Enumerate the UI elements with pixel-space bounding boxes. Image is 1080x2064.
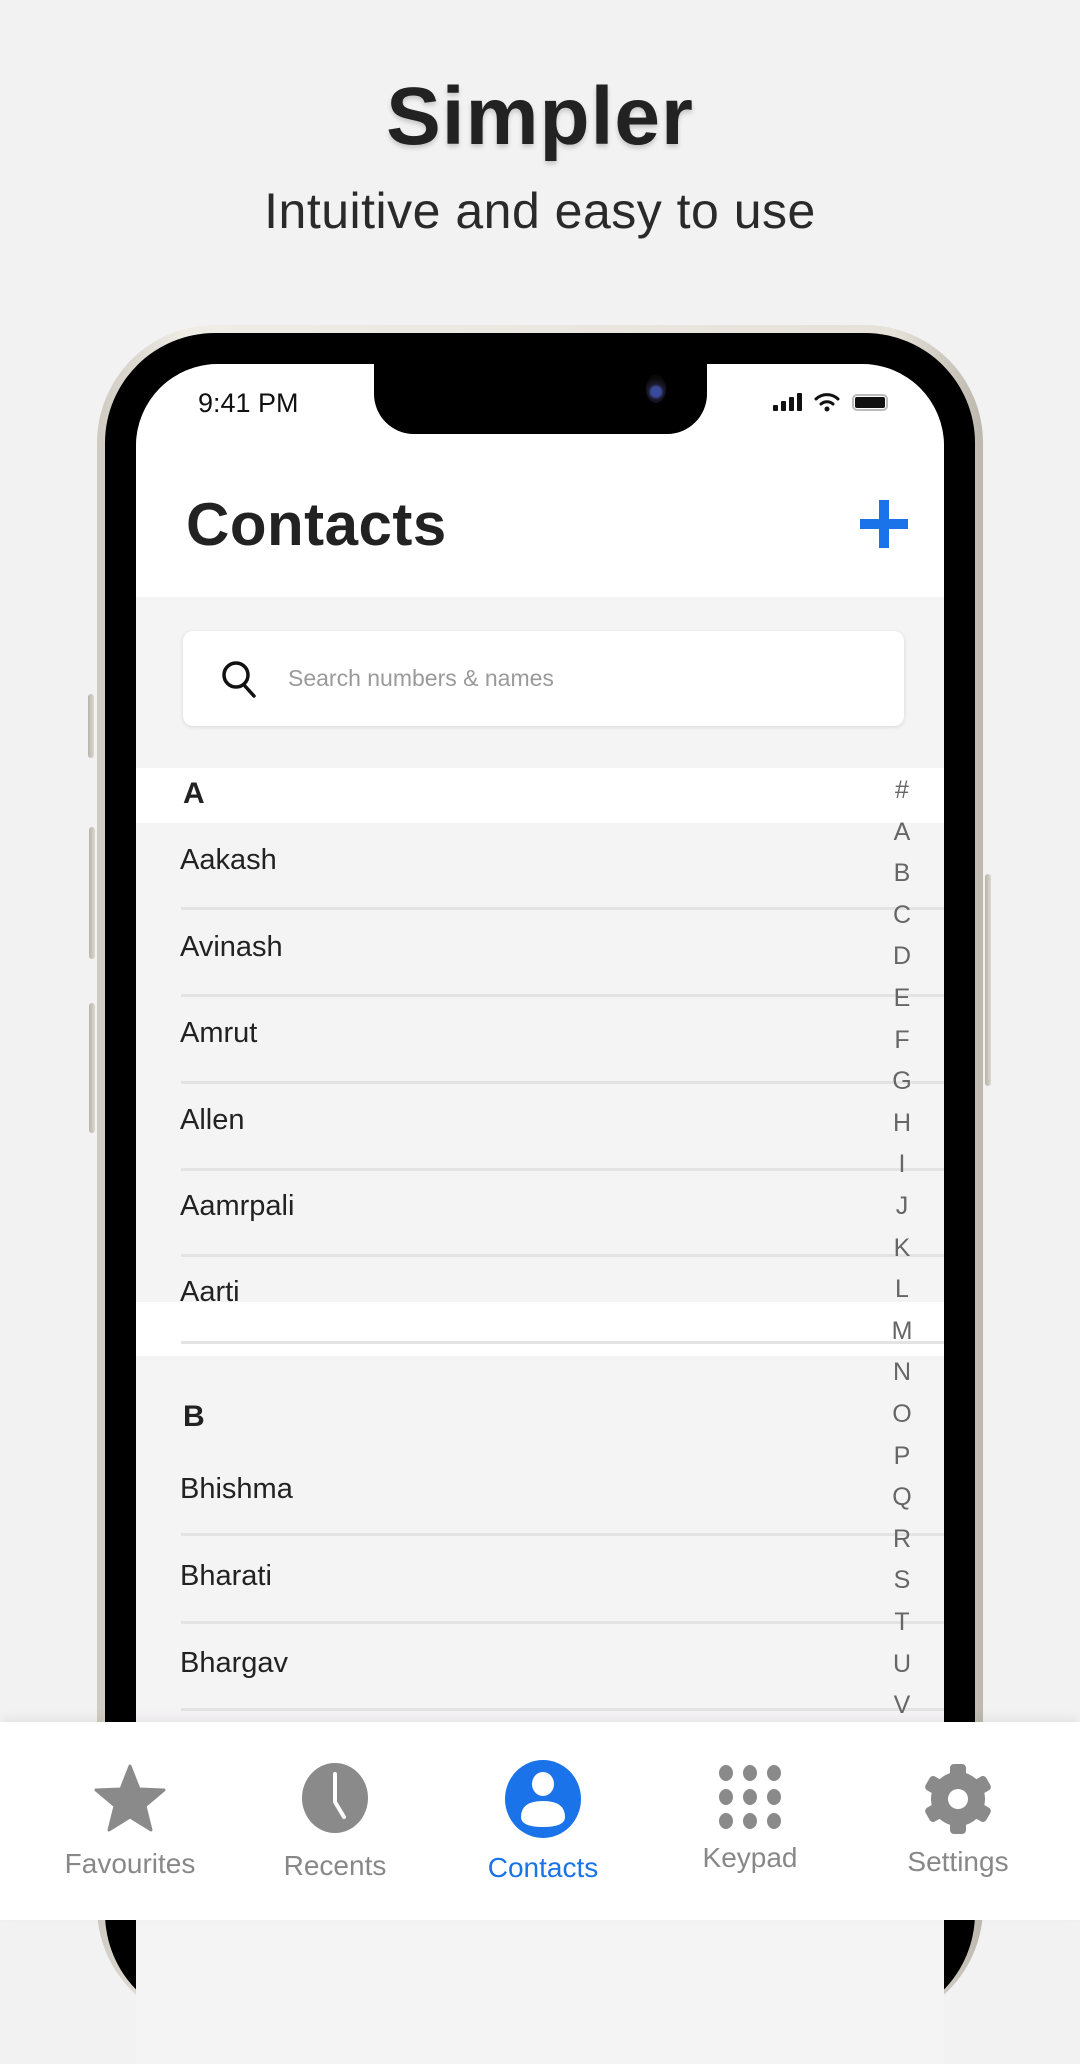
contact-name: Aarti <box>180 1276 240 1308</box>
app-header: 9:41 PM Contacts <box>136 364 944 597</box>
section-letter: A <box>183 777 205 810</box>
battery-icon <box>852 393 888 411</box>
index-letter[interactable]: I <box>888 1150 916 1179</box>
promo-subline: Intuitive and easy to use <box>264 183 816 239</box>
contact-row[interactable]: Bhargav <box>136 1624 944 1711</box>
index-letter[interactable]: L <box>888 1275 916 1304</box>
tab-favourites[interactable]: Favourites <box>40 1722 220 1920</box>
divider <box>181 1708 944 1711</box>
index-letter[interactable]: G <box>888 1067 916 1096</box>
phone-volume-down-button <box>89 1003 95 1133</box>
index-letter[interactable]: J <box>888 1192 916 1221</box>
add-contact-button[interactable] <box>860 500 908 548</box>
index-letter[interactable]: R <box>888 1525 916 1554</box>
index-letter[interactable]: A <box>888 818 916 847</box>
gear-icon <box>925 1764 991 1834</box>
section-header-a: A <box>136 768 944 823</box>
index-letter[interactable]: S <box>888 1566 916 1595</box>
contact-name: Bharati <box>180 1560 272 1592</box>
contact-row[interactable]: Aamrpali <box>136 1171 944 1258</box>
divider <box>181 1341 944 1344</box>
phone-volume-up-button <box>89 827 95 959</box>
index-letter[interactable]: K <box>888 1234 916 1263</box>
contact-name: Bhargav <box>180 1647 289 1679</box>
tab-label: Settings <box>907 1846 1009 1877</box>
index-letter[interactable]: V <box>888 1691 916 1720</box>
index-letter[interactable]: # <box>888 776 916 805</box>
contact-row[interactable]: Bharati <box>136 1536 944 1623</box>
cellular-signal-icon <box>773 393 802 411</box>
index-letter[interactable]: E <box>888 984 916 1013</box>
person-icon <box>505 1760 581 1838</box>
tab-settings[interactable]: Settings <box>868 1722 1048 1920</box>
wifi-icon <box>814 393 840 412</box>
contact-name: Avinash <box>180 931 283 963</box>
status-icons <box>773 392 888 412</box>
contact-row[interactable]: Aarti <box>136 1257 944 1344</box>
index-letter[interactable]: B <box>888 859 916 888</box>
tab-keypad[interactable]: Keypad <box>660 1722 840 1920</box>
index-letter[interactable]: C <box>888 901 916 930</box>
contact-name: Aamrpali <box>180 1190 295 1222</box>
contact-row[interactable]: Allen <box>136 1084 944 1171</box>
tab-label: Keypad <box>702 1842 798 1873</box>
star-icon <box>94 1764 166 1832</box>
front-camera-icon <box>646 375 666 403</box>
contact-name: Aakash <box>180 844 277 876</box>
index-letter[interactable]: P <box>888 1442 916 1471</box>
search-input[interactable]: Search numbers & names <box>183 631 904 726</box>
index-letter[interactable]: U <box>888 1650 916 1679</box>
search-icon <box>222 661 256 698</box>
index-letter[interactable]: O <box>888 1400 916 1429</box>
status-time: 9:41 PM <box>198 388 299 418</box>
index-letter[interactable]: M <box>888 1317 916 1346</box>
notch <box>374 364 707 434</box>
contact-name: Amrut <box>180 1017 258 1049</box>
index-letter[interactable]: Q <box>888 1483 916 1512</box>
phone-power-button <box>985 874 991 1086</box>
bottom-nav: Favourites Recents Contacts Keypad Setti… <box>0 1722 1080 1920</box>
contact-row[interactable]: Aakash <box>136 823 944 910</box>
contact-row[interactable]: Bhishma <box>136 1447 944 1534</box>
index-letter[interactable]: T <box>888 1608 916 1637</box>
contact-name: Allen <box>180 1104 245 1136</box>
contact-name: Bhishma <box>180 1473 293 1505</box>
tab-label: Contacts <box>487 1852 599 1883</box>
index-letter[interactable]: H <box>888 1109 916 1138</box>
index-letter[interactable]: D <box>888 942 916 971</box>
index-letter[interactable]: F <box>888 1026 916 1055</box>
search-placeholder: Search numbers & names <box>288 665 554 691</box>
tab-label: Favourites <box>64 1848 196 1879</box>
section-letter: B <box>183 1400 205 1433</box>
promo-headline: Simpler <box>386 71 694 162</box>
contact-row[interactable]: Amrut <box>136 997 944 1084</box>
contact-row[interactable]: Avinash <box>136 910 944 997</box>
index-letter[interactable]: N <box>888 1358 916 1387</box>
keypad-icon <box>719 1765 781 1829</box>
tab-label: Recents <box>283 1850 387 1881</box>
clock-icon <box>302 1763 368 1833</box>
section-header-b: B <box>136 1391 944 1446</box>
page-title: Contacts <box>186 491 447 558</box>
tab-recents[interactable]: Recents <box>245 1722 425 1920</box>
tab-contacts[interactable]: Contacts <box>453 1722 633 1920</box>
phone-mute-switch <box>88 694 94 758</box>
